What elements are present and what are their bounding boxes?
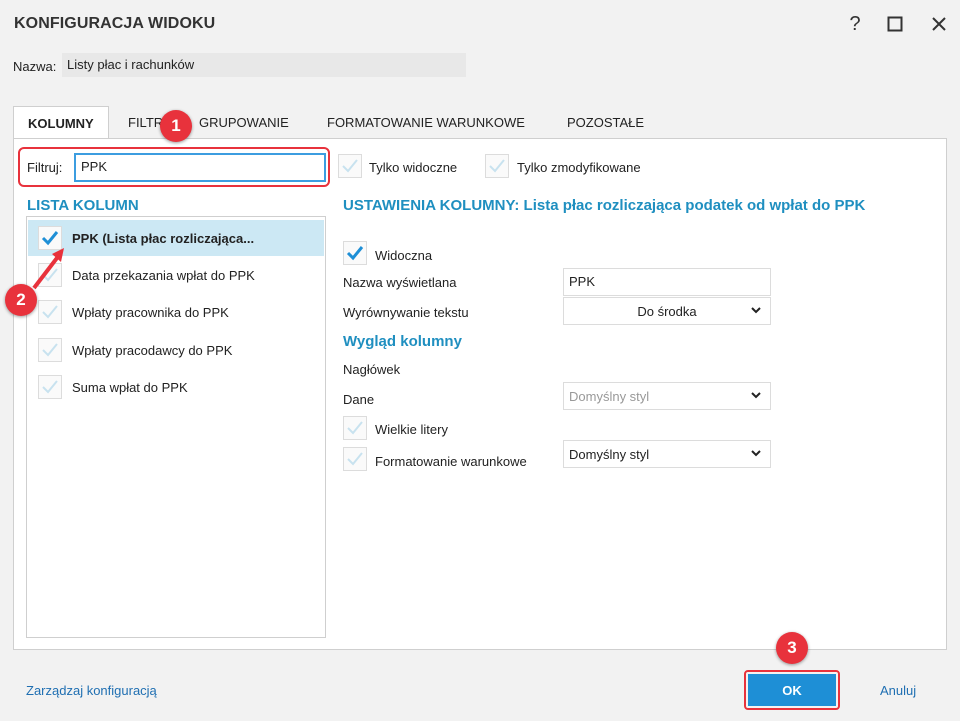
- list-item[interactable]: PPK (Lista płac rozliczająca...: [28, 220, 324, 256]
- name-field[interactable]: Listy płac i rachunków: [62, 53, 466, 77]
- column-list-title: LISTA KOLUMN: [27, 197, 139, 214]
- only-visible-label: Tylko widoczne: [369, 160, 458, 175]
- check-icon: [347, 452, 363, 466]
- item-checkbox[interactable]: [38, 338, 62, 362]
- item-checkbox[interactable]: [38, 300, 62, 324]
- alignment-label: Wyrównywanie tekstu: [343, 305, 469, 320]
- maximize-icon: [887, 16, 903, 32]
- column-list: PPK (Lista płac rozliczająca... Data prz…: [26, 216, 326, 638]
- step-badge-3: 3: [776, 632, 808, 664]
- list-item[interactable]: Data przekazania wpłat do PPK: [28, 257, 324, 293]
- chevron-down-icon: [750, 304, 762, 319]
- manage-configuration-link[interactable]: Zarządzaj konfiguracją: [26, 683, 157, 698]
- data-style-label: Dane: [343, 392, 375, 407]
- display-name-label: Nazwa wyświetlana: [343, 275, 457, 290]
- arrow-icon: [32, 248, 64, 290]
- filter-input[interactable]: PPK: [74, 153, 326, 182]
- dialog-title: KONFIGURACJA WIDOKU: [14, 15, 216, 32]
- step-badge-1: 1: [160, 110, 192, 142]
- ok-button[interactable]: OK: [748, 674, 836, 706]
- maximize-button[interactable]: [880, 10, 910, 38]
- help-button[interactable]: ?: [840, 10, 870, 38]
- chevron-down-icon: [750, 389, 762, 404]
- only-modified-label: Tylko zmodyfikowane: [517, 160, 641, 175]
- visible-label: Widoczna: [375, 248, 433, 263]
- conditional-formatting-checkbox[interactable]: [343, 447, 367, 471]
- alignment-value: Do środka: [637, 303, 697, 319]
- check-icon: [42, 343, 58, 357]
- tab-grouping[interactable]: GRUPOWANIE: [185, 106, 303, 138]
- tab-conditional-formatting[interactable]: FORMATOWANIE WARUNKOWE: [313, 106, 539, 138]
- check-icon: [342, 159, 358, 173]
- header-style-label: Nagłówek: [343, 362, 401, 377]
- close-icon: [932, 17, 946, 31]
- check-icon: [347, 421, 363, 435]
- item-label: Wpłaty pracownika do PPK: [72, 304, 229, 320]
- filter-label: Filtruj:: [27, 160, 63, 175]
- visible-checkbox[interactable]: [343, 241, 367, 265]
- item-label: Data przekazania wpłat do PPK: [72, 267, 255, 283]
- item-label: PPK (Lista płac rozliczająca...: [72, 230, 255, 246]
- list-item[interactable]: Suma wpłat do PPK: [28, 369, 324, 405]
- check-icon: [42, 380, 58, 394]
- check-icon: [489, 159, 505, 173]
- check-icon: [41, 231, 59, 246]
- appearance-title: Wygląd kolumny: [343, 333, 462, 350]
- check-icon: [346, 246, 364, 261]
- alignment-select[interactable]: Do środka: [563, 297, 771, 325]
- header-style-value: Domyślny styl: [569, 388, 650, 404]
- step-badge-2: 2: [5, 284, 37, 316]
- list-item[interactable]: Wpłaty pracodawcy do PPK: [28, 332, 324, 368]
- column-settings-title: USTAWIENIA KOLUMNY: Lista płac rozliczaj…: [343, 197, 866, 214]
- uppercase-label: Wielkie litery: [375, 422, 448, 437]
- uppercase-checkbox[interactable]: [343, 416, 367, 440]
- tab-other[interactable]: POZOSTAŁE: [553, 106, 658, 138]
- cancel-link[interactable]: Anuluj: [880, 683, 916, 698]
- data-style-select[interactable]: Domyślny styl: [563, 440, 771, 468]
- item-label: Suma wpłat do PPK: [72, 379, 188, 395]
- only-visible-checkbox[interactable]: [338, 154, 362, 178]
- chevron-down-icon: [750, 447, 762, 462]
- display-name-field[interactable]: PPK: [563, 268, 771, 296]
- check-icon: [42, 305, 58, 319]
- list-item[interactable]: Wpłaty pracownika do PPK: [28, 294, 324, 330]
- item-checkbox[interactable]: [38, 375, 62, 399]
- tab-columns[interactable]: KOLUMNY: [13, 106, 109, 139]
- name-label: Nazwa:: [13, 59, 57, 74]
- conditional-formatting-label: Formatowanie warunkowe: [375, 454, 527, 469]
- only-modified-checkbox[interactable]: [485, 154, 509, 178]
- header-style-select[interactable]: Domyślny styl: [563, 382, 771, 410]
- data-style-value: Domyślny styl: [569, 446, 650, 462]
- close-button[interactable]: [924, 10, 954, 38]
- item-label: Wpłaty pracodawcy do PPK: [72, 342, 233, 358]
